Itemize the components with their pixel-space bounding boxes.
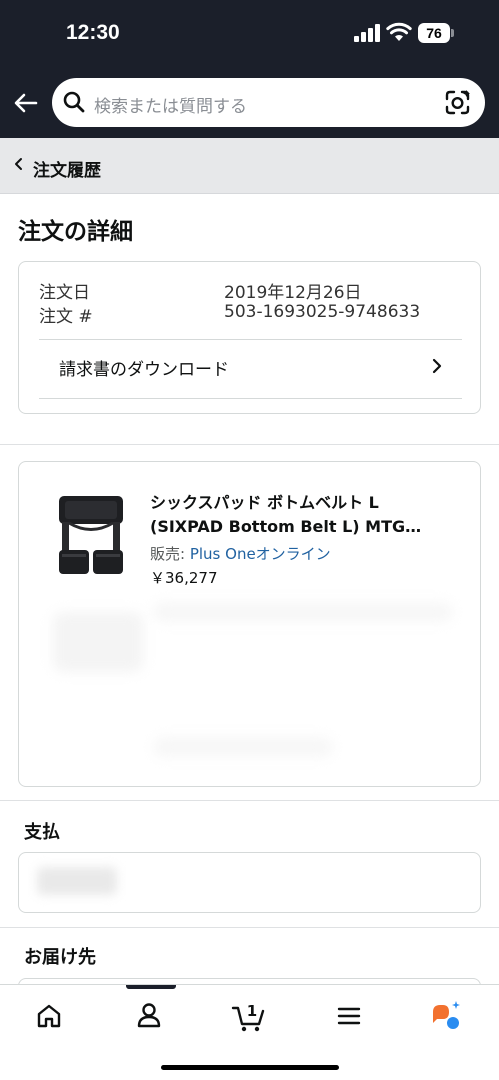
wifi-icon bbox=[386, 22, 412, 41]
section-divider bbox=[0, 444, 499, 445]
order-info-card: 注文日 2019年12月26日 注文 # 503-1693025-9748633… bbox=[18, 261, 481, 414]
menu-icon[interactable] bbox=[332, 999, 366, 1033]
rufus-icon[interactable] bbox=[428, 999, 462, 1033]
home-indicator bbox=[161, 1065, 339, 1070]
breadcrumb[interactable]: 注文履歴 bbox=[0, 138, 499, 194]
bottom-nav: 1 bbox=[0, 984, 499, 1080]
order-details-screen: 12:30 76 検索または質問する 注文履歴 注文の詳細 注文日 2019年1… bbox=[0, 0, 499, 1080]
blurred-region bbox=[37, 867, 117, 895]
status-bar: 12:30 76 bbox=[0, 0, 499, 68]
home-icon[interactable] bbox=[32, 999, 66, 1033]
search-input[interactable]: 検索または質問する bbox=[94, 92, 247, 117]
blurred-region bbox=[53, 612, 143, 672]
blurred-region bbox=[153, 737, 333, 757]
payment-card bbox=[18, 852, 481, 913]
search-icon bbox=[63, 91, 85, 113]
top-header: 12:30 76 検索または質問する bbox=[0, 0, 499, 138]
product-title-line2: (SIXPAD Bottom Belt L) MTG… bbox=[150, 517, 422, 536]
product-title[interactable]: シックスパッド ボトムベルト L (SIXPAD Bottom Belt L) … bbox=[150, 491, 470, 539]
order-date-label: 注文日 bbox=[39, 283, 90, 303]
order-date-value: 2019年12月26日 bbox=[224, 283, 362, 303]
status-time: 12:30 bbox=[66, 21, 120, 44]
shipping-section-title: お届け先 bbox=[24, 947, 96, 968]
seller-link[interactable]: Plus Oneオンライン bbox=[190, 545, 331, 563]
cart-count: 1 bbox=[247, 1002, 257, 1020]
cart-icon[interactable]: 1 bbox=[230, 997, 268, 1035]
section-divider bbox=[0, 927, 499, 928]
active-tab-indicator bbox=[126, 985, 176, 989]
page-title: 注文の詳細 bbox=[18, 219, 133, 245]
chevron-left-icon bbox=[15, 158, 22, 170]
battery-level: 76 bbox=[418, 23, 450, 43]
divider bbox=[39, 398, 462, 399]
blurred-region bbox=[68, 812, 208, 848]
payment-section-title: 支払 bbox=[24, 822, 60, 843]
seller-info: 販売: Plus Oneオンライン bbox=[150, 543, 331, 564]
back-arrow-icon[interactable] bbox=[12, 89, 40, 117]
invoice-download-link[interactable]: 請求書のダウンロード bbox=[59, 355, 229, 380]
battery-icon: 76 bbox=[418, 23, 454, 43]
blurred-region bbox=[153, 602, 453, 622]
product-image[interactable] bbox=[55, 492, 127, 582]
product-card[interactable]: シックスパッド ボトムベルト L (SIXPAD Bottom Belt L) … bbox=[18, 461, 481, 787]
product-price: ￥36,277 bbox=[150, 569, 218, 587]
section-divider bbox=[0, 800, 499, 801]
product-title-line1: シックスパッド ボトムベルト L bbox=[150, 493, 379, 512]
order-number-label: 注文 # bbox=[39, 307, 93, 327]
order-number-value: 503-1693025-9748633 bbox=[224, 302, 421, 322]
chevron-right-icon[interactable] bbox=[429, 357, 445, 375]
breadcrumb-label[interactable]: 注文履歴 bbox=[33, 156, 101, 181]
account-icon[interactable] bbox=[132, 999, 166, 1033]
cellular-signal-icon bbox=[354, 24, 380, 42]
seller-prefix: 販売: bbox=[150, 545, 190, 563]
search-bar[interactable]: 検索または質問する bbox=[52, 78, 485, 127]
camera-lens-icon[interactable] bbox=[444, 89, 472, 117]
divider bbox=[39, 339, 462, 340]
